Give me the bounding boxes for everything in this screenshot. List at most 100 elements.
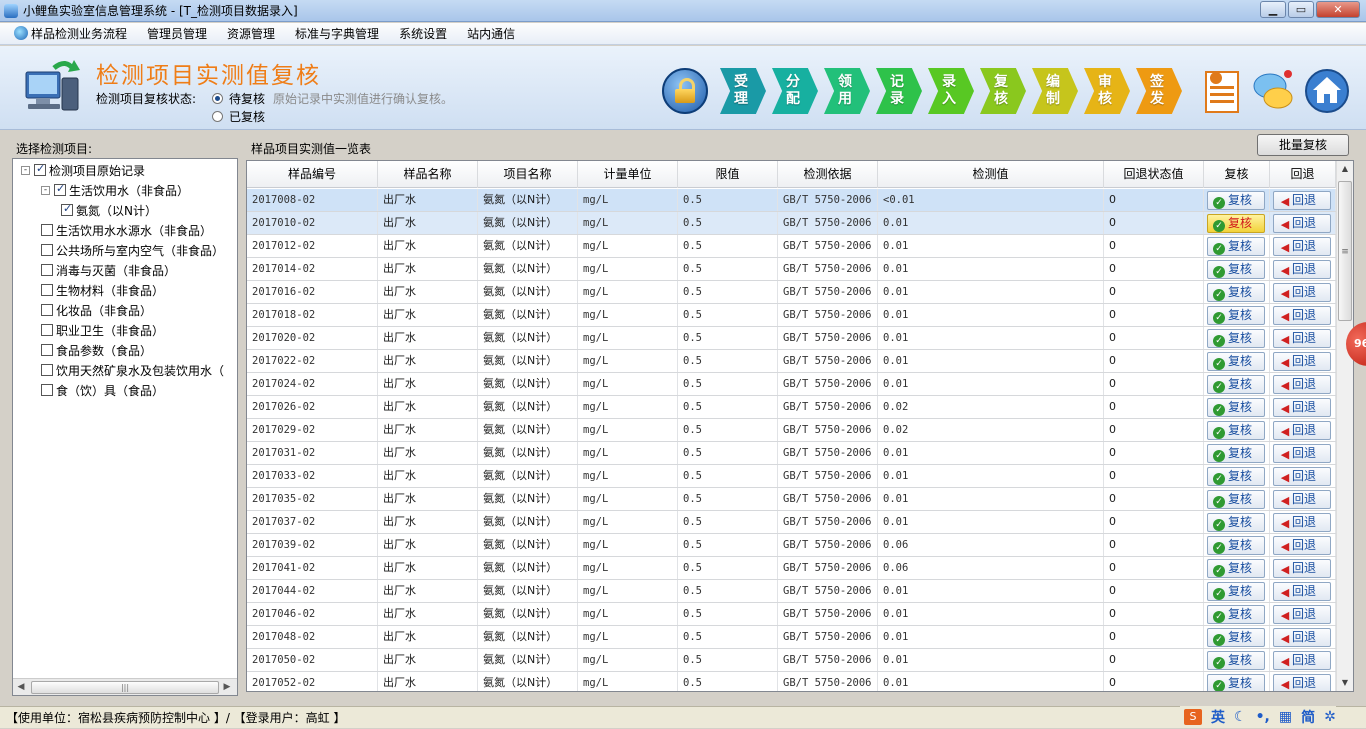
menu-messages[interactable]: 站内通信 [457, 23, 525, 45]
review-button[interactable]: ✓ 复核 [1207, 651, 1265, 670]
tree-node[interactable]: 公共场所与室内空气（非食品） [41, 240, 224, 260]
workflow-step-9[interactable]: 签发 [1136, 68, 1182, 114]
review-button[interactable]: ✓ 复核 [1207, 490, 1265, 509]
column-header[interactable]: 样品名称 [378, 161, 478, 188]
column-header[interactable]: 检测依据 [778, 161, 878, 188]
review-button[interactable]: ✓ 复核 [1207, 582, 1265, 601]
table-row[interactable]: 2017044-02 出厂水 氨氮（以N计） mg/L 0.5 GB/T 5750-200… [247, 580, 1336, 603]
close-button[interactable]: ✕ [1316, 1, 1360, 18]
scroll-right-arrow-icon[interactable]: ▶ [219, 682, 235, 692]
column-header[interactable]: 项目名称 [478, 161, 578, 188]
tree-collapse-icon[interactable]: - [21, 165, 30, 175]
tree-node[interactable]: 化妆品（非食品） [41, 300, 152, 320]
review-button[interactable]: ✓ 复核 [1207, 605, 1265, 624]
tree-node[interactable]: 氨氮（以N计） [61, 200, 157, 220]
tree-checkbox[interactable] [41, 224, 53, 236]
review-button[interactable]: ✓ 复核 [1207, 375, 1265, 394]
table-row[interactable]: 2017010-02 出厂水 氨氮（以N计） mg/L 0.5 GB/T 5750-200… [247, 212, 1336, 235]
scroll-down-arrow-icon[interactable]: ▼ [1337, 675, 1353, 691]
rollback-button[interactable]: ◀ 回退 [1273, 398, 1331, 417]
column-header[interactable]: 回退 [1270, 161, 1336, 188]
ime-language[interactable]: 英 [1211, 707, 1225, 727]
tree-checkbox[interactable] [54, 182, 66, 196]
sogou-ime-logo-icon[interactable]: S [1184, 709, 1202, 725]
report-document-icon[interactable] [1202, 68, 1244, 114]
tree-checkbox[interactable] [41, 384, 53, 396]
table-row[interactable]: 2017016-02 出厂水 氨氮（以N计） mg/L 0.5 GB/T 5750-200… [247, 281, 1336, 304]
tree-checkbox[interactable] [41, 284, 53, 296]
review-button[interactable]: ✓ 复核 [1207, 329, 1265, 348]
review-button[interactable]: ✓ 复核 [1207, 191, 1265, 210]
workflow-step-8[interactable]: 审核 [1084, 68, 1130, 114]
column-header[interactable]: 计量单位 [578, 161, 678, 188]
table-row[interactable]: 2017050-02 出厂水 氨氮（以N计） mg/L 0.5 GB/T 5750-200… [247, 649, 1336, 672]
table-row[interactable]: 2017018-02 出厂水 氨氮（以N计） mg/L 0.5 GB/T 5750-200… [247, 304, 1336, 327]
rollback-button[interactable]: ◀ 回退 [1273, 191, 1331, 210]
rollback-button[interactable]: ◀ 回退 [1273, 536, 1331, 555]
workflow-step-3[interactable]: 领用 [824, 68, 870, 114]
table-row[interactable]: 2017035-02 出厂水 氨氮（以N计） mg/L 0.5 GB/T 5750-200… [247, 488, 1336, 511]
tree-node[interactable]: - 检测项目原始记录 [21, 160, 145, 180]
rollback-button[interactable]: ◀ 回退 [1273, 513, 1331, 532]
menu-admin[interactable]: 管理员管理 [137, 23, 217, 45]
workflow-step-6[interactable]: 复核 [980, 68, 1026, 114]
table-row[interactable]: 2017031-02 出厂水 氨氮（以N计） mg/L 0.5 GB/T 5750-200… [247, 442, 1336, 465]
rollback-button[interactable]: ◀ 回退 [1273, 237, 1331, 256]
menu-workflow[interactable]: 样品检测业务流程 [4, 23, 137, 45]
rollback-button[interactable]: ◀ 回退 [1273, 605, 1331, 624]
settings-gear-icon[interactable]: ✲ [1324, 709, 1336, 725]
moon-icon[interactable]: ☾ [1234, 709, 1247, 725]
table-row[interactable]: 2017008-02 出厂水 氨氮（以N计） mg/L 0.5 GB/T 5750-200… [247, 189, 1336, 212]
table-row[interactable]: 2017039-02 出厂水 氨氮（以N计） mg/L 0.5 GB/T 5750-200… [247, 534, 1336, 557]
review-button[interactable]: ✓ 复核 [1207, 398, 1265, 417]
rollback-button[interactable]: ◀ 回退 [1273, 651, 1331, 670]
rollback-button[interactable]: ◀ 回退 [1273, 306, 1331, 325]
tree-checkbox[interactable] [41, 244, 53, 256]
lock-button[interactable] [662, 68, 708, 114]
rollback-button[interactable]: ◀ 回退 [1273, 421, 1331, 440]
rollback-button[interactable]: ◀ 回退 [1273, 674, 1331, 691]
scroll-thumb[interactable]: ≡ [1338, 181, 1352, 321]
tree-checkbox[interactable] [41, 304, 53, 316]
workflow-step-5[interactable]: 录入 [928, 68, 974, 114]
rollback-button[interactable]: ◀ 回退 [1273, 329, 1331, 348]
punctuation-icon[interactable]: •, [1256, 709, 1270, 725]
table-row[interactable]: 2017048-02 出厂水 氨氮（以N计） mg/L 0.5 GB/T 5750-200… [247, 626, 1336, 649]
review-button[interactable]: ✓ 复核 [1207, 237, 1265, 256]
tree-checkbox[interactable] [41, 324, 53, 336]
column-header[interactable]: 复核 [1204, 161, 1270, 188]
minimize-button[interactable]: ▁ [1260, 1, 1286, 18]
menu-standards[interactable]: 标准与字典管理 [285, 23, 389, 45]
tree-node[interactable]: 职业卫生（非食品） [41, 320, 164, 340]
scroll-up-arrow-icon[interactable]: ▲ [1337, 161, 1353, 177]
review-button[interactable]: ✓ 复核 [1207, 536, 1265, 555]
tree-node[interactable]: 食（饮）具（食品） [41, 380, 164, 400]
review-button[interactable]: ✓ 复核 [1207, 628, 1265, 647]
tree-checkbox[interactable] [41, 344, 53, 356]
tree-node[interactable]: 生活饮用水水源水（非食品） [41, 220, 212, 240]
review-button[interactable]: ✓ 复核 [1207, 467, 1265, 486]
table-row[interactable]: 2017022-02 出厂水 氨氮（以N计） mg/L 0.5 GB/T 5750-200… [247, 350, 1336, 373]
column-header[interactable]: 检测值 [878, 161, 1104, 188]
tree-node[interactable]: 生物材料（非食品） [41, 280, 164, 300]
review-button[interactable]: ✓ 复核 [1207, 214, 1265, 233]
rollback-button[interactable]: ◀ 回退 [1273, 490, 1331, 509]
workflow-step-4[interactable]: 记录 [876, 68, 922, 114]
review-button[interactable]: ✓ 复核 [1207, 559, 1265, 578]
workflow-step-7[interactable]: 编制 [1032, 68, 1078, 114]
table-row[interactable]: 2017014-02 出厂水 氨氮（以N计） mg/L 0.5 GB/T 5750-200… [247, 258, 1336, 281]
rollback-button[interactable]: ◀ 回退 [1273, 582, 1331, 601]
chat-message-icon[interactable] [1252, 68, 1294, 114]
radio-pending-review[interactable]: 待复核 原始记录中实测值进行确认复核。 [212, 90, 453, 107]
menu-settings[interactable]: 系统设置 [389, 23, 457, 45]
maximize-button[interactable]: ▭ [1288, 1, 1314, 18]
workflow-step-2[interactable]: 分配 [772, 68, 818, 114]
radio-reviewed[interactable]: 已复核 [212, 108, 265, 125]
review-button[interactable]: ✓ 复核 [1207, 444, 1265, 463]
grid-vertical-scrollbar[interactable]: ▲ ≡ ▼ [1336, 161, 1353, 691]
rollback-button[interactable]: ◀ 回退 [1273, 352, 1331, 371]
review-button[interactable]: ✓ 复核 [1207, 306, 1265, 325]
review-button[interactable]: ✓ 复核 [1207, 674, 1265, 691]
column-header[interactable]: 样品编号 [247, 161, 378, 188]
keyboard-icon[interactable]: ▦ [1279, 709, 1292, 725]
